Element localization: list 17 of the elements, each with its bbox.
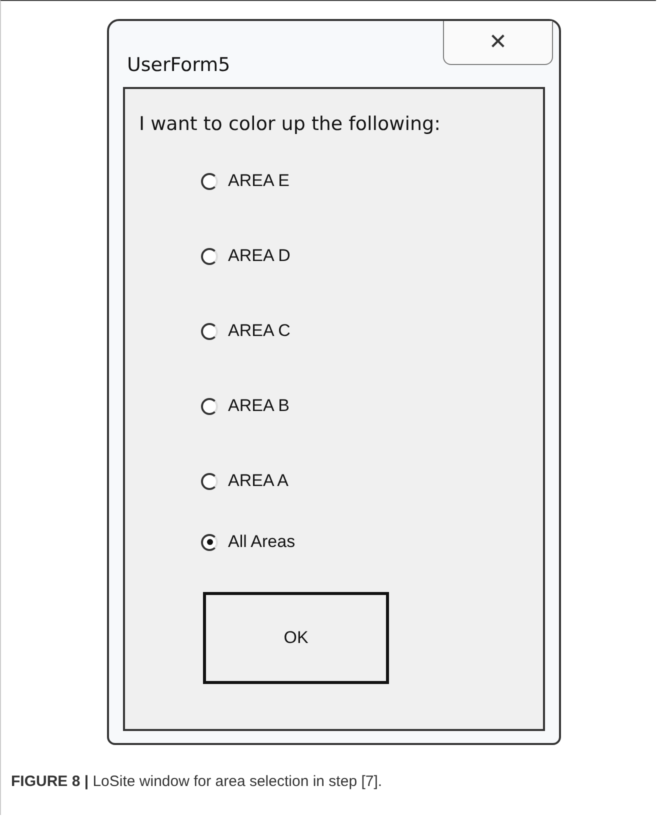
prompt-text: I want to color up the following: <box>139 113 442 135</box>
radio-button[interactable] <box>201 534 218 550</box>
option-label: All Areas <box>228 532 296 552</box>
window-title: UserForm5 <box>127 54 230 76</box>
close-button[interactable]: ✕ <box>443 21 553 65</box>
radio-button[interactable] <box>201 472 218 490</box>
radio-button[interactable] <box>201 172 218 190</box>
radio-button[interactable] <box>201 248 218 264</box>
option-label: AREA C <box>228 321 290 341</box>
option-label: AREA A <box>228 471 288 491</box>
option-label: AREA B <box>228 396 290 416</box>
figure-caption: FIGURE 8 | LoSite window for area selection in step [7]. <box>11 773 384 790</box>
radio-button[interactable] <box>201 322 218 340</box>
radio-button[interactable] <box>201 398 218 414</box>
option-label: AREA E <box>228 171 290 191</box>
ok-button[interactable]: OK <box>203 592 389 684</box>
option-label: AREA D <box>228 246 290 266</box>
